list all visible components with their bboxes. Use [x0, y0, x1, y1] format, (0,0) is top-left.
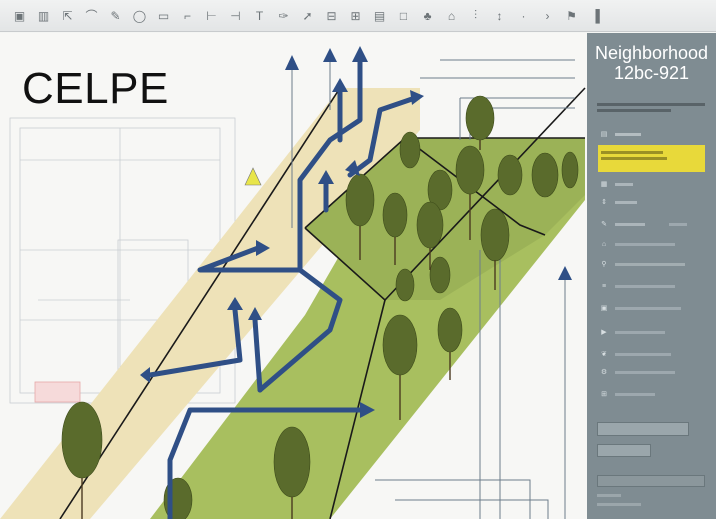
- pin-icon: ✎: [601, 221, 607, 228]
- description-line: [597, 109, 671, 112]
- layers-icon[interactable]: ▥: [32, 5, 55, 27]
- footer-line: [597, 494, 621, 497]
- panel-row[interactable]: ❦: [599, 349, 671, 359]
- square-icon[interactable]: □: [392, 5, 415, 27]
- row-label: [615, 200, 637, 204]
- reset-button[interactable]: [597, 444, 651, 457]
- ellipse-icon[interactable]: ◯: [128, 5, 151, 27]
- row-label: [615, 284, 675, 288]
- row-label: [615, 306, 681, 310]
- panel-row[interactable]: ⇕: [599, 197, 637, 207]
- split-icon[interactable]: ⫶: [464, 5, 487, 27]
- panel-title-line1: Neighborhood: [594, 43, 709, 63]
- row-label: [615, 370, 675, 374]
- row-label: [615, 132, 641, 136]
- highlighted-field[interactable]: [598, 145, 705, 172]
- home-icon[interactable]: ⌂: [440, 5, 463, 27]
- panel-row[interactable]: ⚙: [599, 367, 675, 377]
- properties-panel: Neighborhood 12bc-921 ▤ ▦ ⇕ ✎ ⌂ ⚲ ≡ ▣ ▶: [587, 33, 716, 519]
- draw-icon[interactable]: ✎: [104, 5, 127, 27]
- transform-icon[interactable]: ↕: [488, 5, 511, 27]
- settings-icon: ⚙: [600, 369, 608, 376]
- grid-icon: ▦: [600, 181, 608, 188]
- link-icon: ⚲: [601, 261, 607, 268]
- panel-toggle-icon[interactable]: ▐: [584, 5, 607, 27]
- guide-icon[interactable]: ⊣: [224, 5, 247, 27]
- layer-icon: ▣: [600, 305, 608, 312]
- panel-row[interactable]: ⊞: [599, 389, 655, 399]
- distribute-icon[interactable]: ⊞: [344, 5, 367, 27]
- flag-icon[interactable]: ⚑: [560, 5, 583, 27]
- move-icon[interactable]: ⇱: [56, 5, 79, 27]
- stack-icon: ≡: [601, 282, 607, 290]
- level-icon: ⇕: [601, 199, 607, 206]
- chevron-icon[interactable]: ›: [536, 5, 559, 27]
- row-label: [615, 222, 645, 226]
- panel-title-line2: 12bc-921: [613, 63, 690, 83]
- dot-icon[interactable]: ·: [512, 5, 535, 27]
- shape-icon[interactable]: ⌒: [80, 5, 103, 27]
- text-icon[interactable]: T: [248, 5, 271, 27]
- stack-icon[interactable]: ▤: [368, 5, 391, 27]
- panel-row[interactable]: ▣: [599, 303, 681, 313]
- play-icon: ▶: [601, 329, 607, 336]
- description-line: [597, 103, 705, 106]
- row-label: [615, 330, 665, 334]
- select-tool-icon[interactable]: ▣: [8, 5, 31, 27]
- panel-row[interactable]: ▦: [599, 179, 633, 189]
- panel-row[interactable]: ≡: [599, 281, 675, 291]
- highlight-line: [601, 151, 663, 154]
- map-canvas[interactable]: CELPE: [0, 33, 587, 519]
- highlight-line: [601, 157, 667, 160]
- panel-row[interactable]: ⚲: [599, 259, 685, 269]
- footer-line: [597, 503, 641, 506]
- align-icon[interactable]: ⊟: [320, 5, 343, 27]
- measure-icon[interactable]: ⊢: [200, 5, 223, 27]
- layer-icon: ▤: [600, 131, 608, 138]
- arrow-icon[interactable]: ➚: [296, 5, 319, 27]
- row-label: [615, 392, 655, 396]
- row-label: [615, 182, 633, 186]
- panel-row[interactable]: ⌂: [599, 239, 675, 249]
- toolbar: ▣ ▥ ⇱ ⌒ ✎ ◯ ▭ ⌐ ⊢ ⊣ T ✑ ➚ ⊟ ⊞ ▤ □ ♣ ⌂ ⫶ ↕ · › ⚑ ▐: [0, 0, 716, 32]
- home-icon: ⌂: [601, 240, 607, 248]
- row-label: [615, 262, 685, 266]
- row-value: [669, 222, 687, 226]
- panel-description: [597, 97, 709, 115]
- row-label: [615, 242, 675, 246]
- pen-icon[interactable]: ✑: [272, 5, 295, 27]
- panel-row[interactable]: ▤: [599, 129, 641, 139]
- tree-icon[interactable]: ♣: [416, 5, 439, 27]
- app-title: CELPE: [22, 64, 169, 113]
- panel-row[interactable]: ✎: [599, 219, 687, 229]
- marker-triangle: [244, 167, 262, 186]
- row-label: [615, 352, 671, 356]
- export-button[interactable]: [597, 475, 705, 487]
- panel-title: Neighborhood 12bc-921: [587, 43, 716, 83]
- grid-icon: ⊞: [601, 391, 607, 398]
- panel-row[interactable]: ▶: [599, 327, 665, 337]
- frame-icon[interactable]: ▭: [152, 5, 175, 27]
- path-icon[interactable]: ⌐: [176, 5, 199, 27]
- apply-button[interactable]: [597, 422, 689, 436]
- leaf-icon: ❦: [601, 351, 607, 358]
